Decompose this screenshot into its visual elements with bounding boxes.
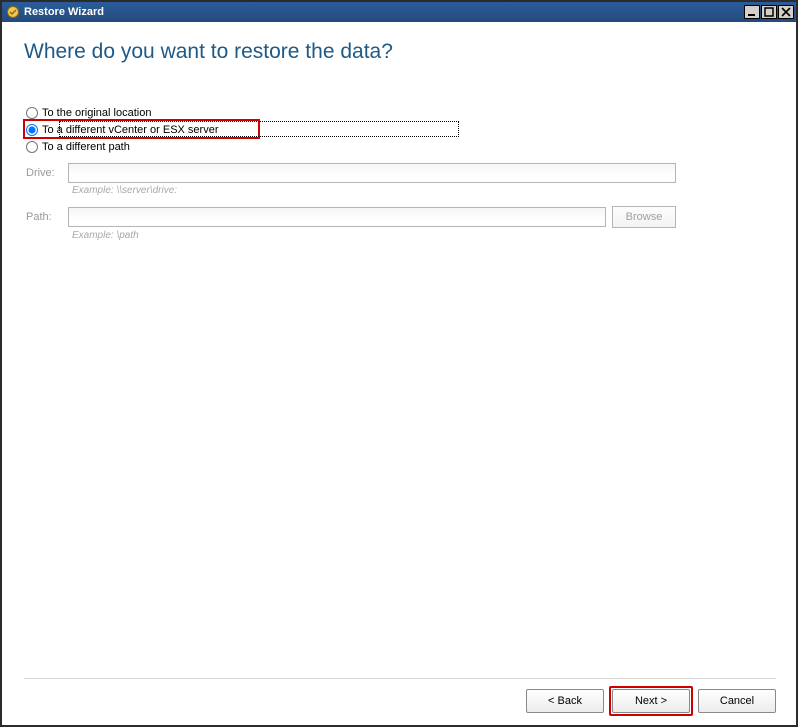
radio-different-path-label[interactable]: To a different path bbox=[42, 141, 130, 153]
path-label: Path: bbox=[26, 211, 68, 223]
wizard-footer: < Back Next > Cancel bbox=[24, 678, 776, 713]
radio-different-server-label[interactable]: To a different vCenter or ESX server bbox=[42, 124, 219, 136]
close-button[interactable] bbox=[778, 5, 794, 19]
wizard-page: Where do you want to restore the data? T… bbox=[2, 22, 796, 725]
drive-example: Example: \\server\drive: bbox=[72, 185, 776, 196]
cancel-button[interactable]: Cancel bbox=[698, 689, 776, 713]
minimize-button[interactable] bbox=[744, 5, 760, 19]
maximize-button[interactable] bbox=[761, 5, 777, 19]
restore-wizard-icon bbox=[6, 5, 20, 19]
path-example: Example: \path bbox=[72, 230, 776, 241]
path-fields: Drive: Example: \\server\drive: Path: Br… bbox=[26, 163, 776, 241]
drive-label: Drive: bbox=[26, 167, 68, 179]
radio-original-location[interactable] bbox=[26, 107, 38, 119]
path-input[interactable] bbox=[68, 207, 606, 227]
radio-different-path[interactable] bbox=[26, 141, 38, 153]
window-title: Restore Wizard bbox=[24, 6, 743, 18]
window-controls bbox=[743, 5, 794, 19]
restore-location-options: To the original location To a different … bbox=[26, 104, 776, 251]
browse-button[interactable]: Browse bbox=[612, 206, 676, 228]
page-heading: Where do you want to restore the data? bbox=[24, 40, 776, 64]
spacer bbox=[24, 251, 776, 678]
titlebar: Restore Wizard bbox=[2, 2, 796, 22]
back-button[interactable]: < Back bbox=[526, 689, 604, 713]
drive-input[interactable] bbox=[68, 163, 676, 183]
restore-wizard-window: Restore Wizard Where do you want to rest… bbox=[0, 0, 798, 727]
next-button[interactable]: Next > bbox=[612, 689, 690, 713]
radio-different-server[interactable] bbox=[26, 124, 38, 136]
radio-original-location-label[interactable]: To the original location bbox=[42, 107, 151, 119]
